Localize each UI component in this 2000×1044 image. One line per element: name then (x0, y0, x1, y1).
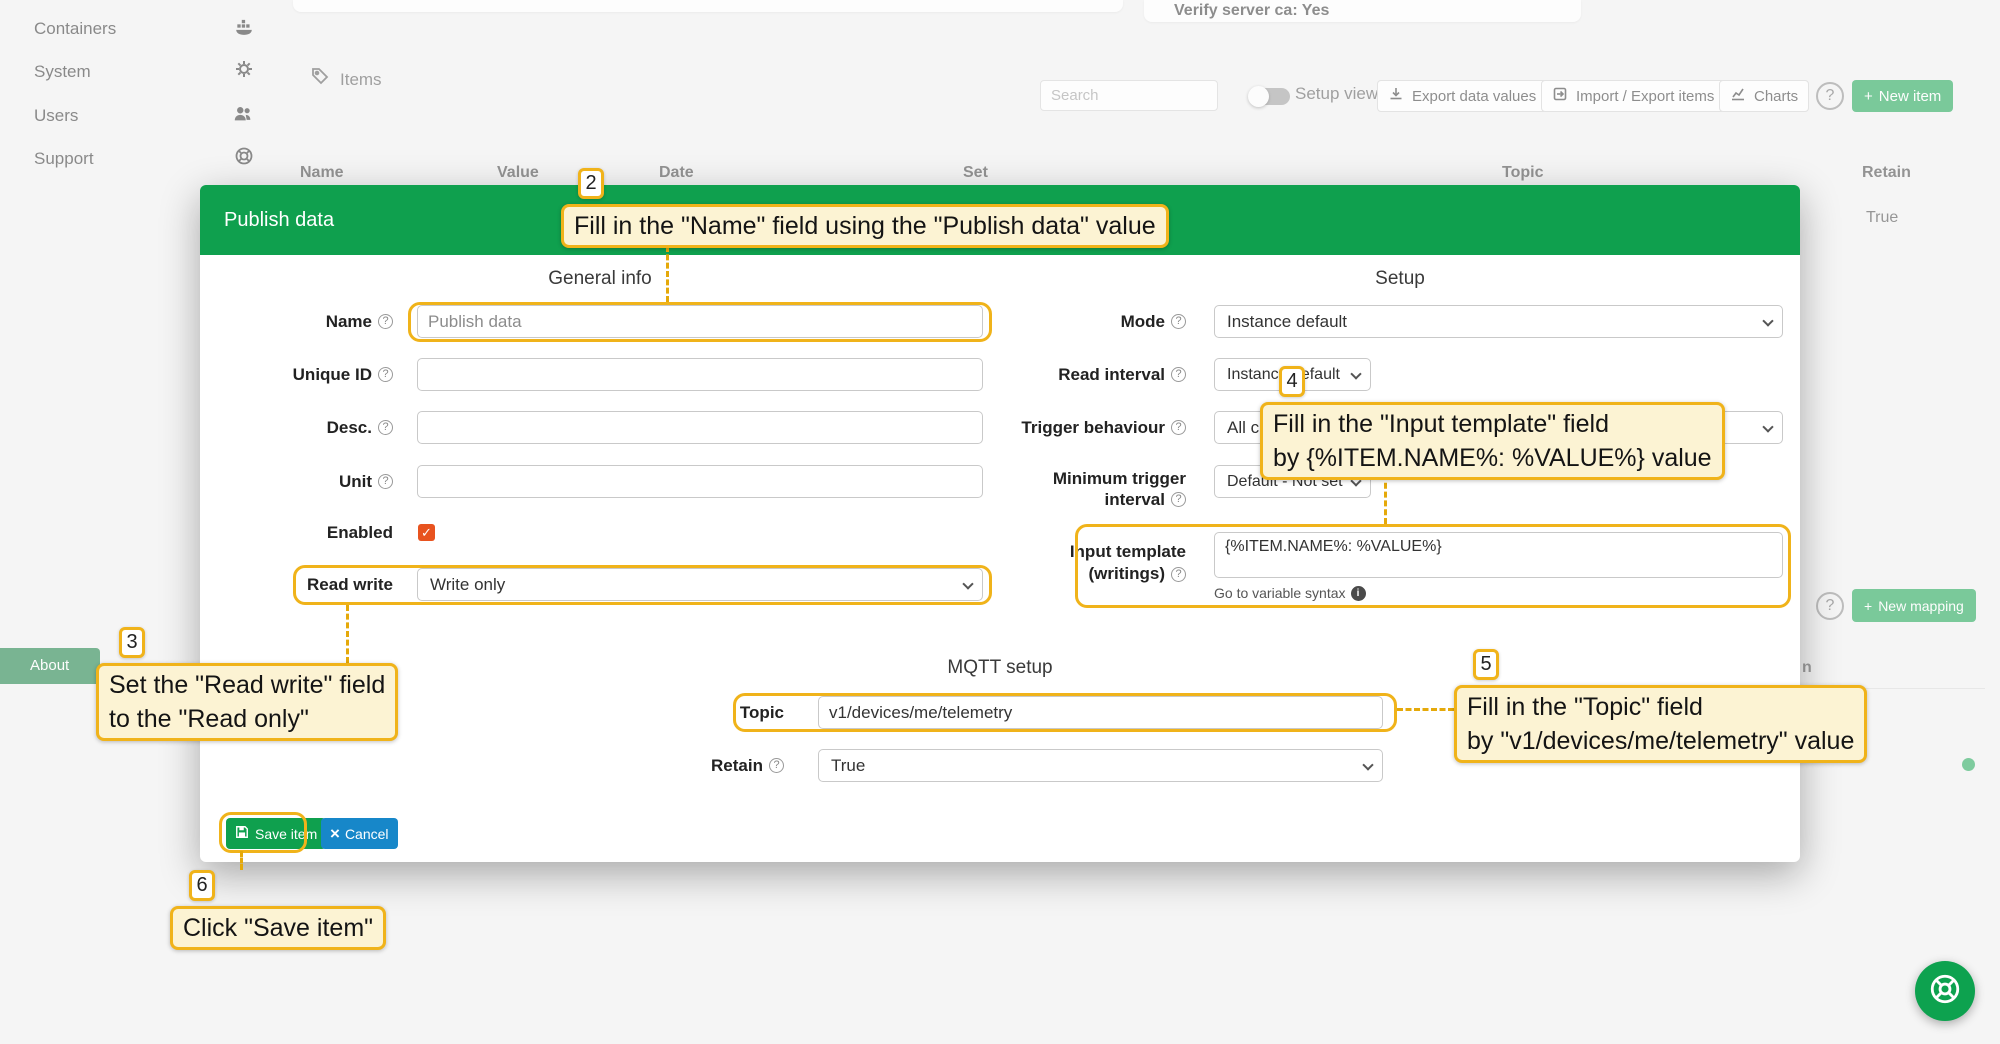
field-help-icon[interactable]: ? (1171, 367, 1186, 382)
step-callout-3: Set the "Read write" field to the "Read … (96, 663, 398, 741)
step-callout-6: Click "Save item" (170, 906, 386, 950)
connector-step3 (346, 605, 349, 663)
highlight-ring-input-template (1075, 524, 1791, 608)
step-badge-6: 6 (189, 870, 215, 901)
step-badge-3: 3 (119, 627, 145, 658)
highlight-ring-read-write (293, 565, 992, 605)
minimum-trigger-interval-label: Minimum trigger interval? (900, 468, 1186, 510)
step-badge-2: 2 (578, 168, 604, 199)
field-help-icon[interactable]: ? (378, 420, 393, 435)
field-help-icon[interactable]: ? (1171, 492, 1186, 507)
mqtt-setup-heading: MQTT setup (200, 657, 1800, 679)
highlight-ring-name (408, 302, 992, 342)
name-label: Name? (200, 305, 393, 338)
step-callout-4: Fill in the "Input template" field by {%… (1260, 402, 1725, 480)
unique-id-input[interactable] (417, 358, 983, 391)
chevron-down-icon (1762, 315, 1773, 326)
support-fab[interactable] (1915, 961, 1975, 1021)
highlight-ring-save (219, 812, 307, 853)
unit-label: Unit? (200, 465, 393, 498)
setup-heading: Setup (1000, 268, 1800, 290)
connector-step6 (240, 851, 243, 870)
field-help-icon[interactable]: ? (1171, 420, 1186, 435)
read-interval-label: Read interval? (900, 358, 1186, 391)
enabled-checkbox[interactable]: ✓ (418, 524, 435, 541)
chevron-down-icon (1362, 759, 1373, 770)
cancel-button[interactable]: × Cancel (321, 818, 398, 849)
mode-select[interactable]: Instance default (1214, 305, 1783, 338)
field-help-icon[interactable]: ? (378, 474, 393, 489)
retain-select[interactable]: True (818, 749, 1383, 782)
field-help-icon[interactable]: ? (1171, 314, 1186, 329)
screen: Containers System Users Support About Ve… (0, 0, 2000, 1044)
lifebuoy-icon (1928, 972, 1962, 1011)
desc-input[interactable] (417, 411, 983, 444)
retain-label: Retain? (634, 749, 784, 782)
close-icon: × (330, 825, 340, 842)
connector-step2 (666, 246, 669, 302)
modal-title: Publish data (224, 185, 334, 255)
field-help-icon[interactable]: ? (378, 367, 393, 382)
field-help-icon[interactable]: ? (378, 314, 393, 329)
general-info-heading: General info (200, 268, 1000, 290)
chevron-down-icon (1762, 421, 1773, 432)
unique-id-label: Unique ID? (200, 358, 393, 391)
unit-input[interactable] (417, 465, 983, 498)
trigger-behaviour-label: Trigger behaviour? (900, 411, 1186, 444)
enabled-label: Enabled (200, 516, 393, 549)
highlight-ring-topic (733, 693, 1397, 732)
field-help-icon[interactable]: ? (769, 758, 784, 773)
step-badge-5: 5 (1473, 649, 1499, 680)
step-callout-2: Fill in the "Name" field using the "Publ… (561, 204, 1169, 248)
connector-step5 (1397, 708, 1454, 711)
step-callout-5: Fill in the "Topic" field by "v1/devices… (1454, 685, 1867, 763)
desc-label: Desc.? (200, 411, 393, 444)
connector-step4 (1384, 474, 1387, 524)
chevron-down-icon (1350, 368, 1361, 379)
step-badge-4: 4 (1279, 366, 1305, 397)
